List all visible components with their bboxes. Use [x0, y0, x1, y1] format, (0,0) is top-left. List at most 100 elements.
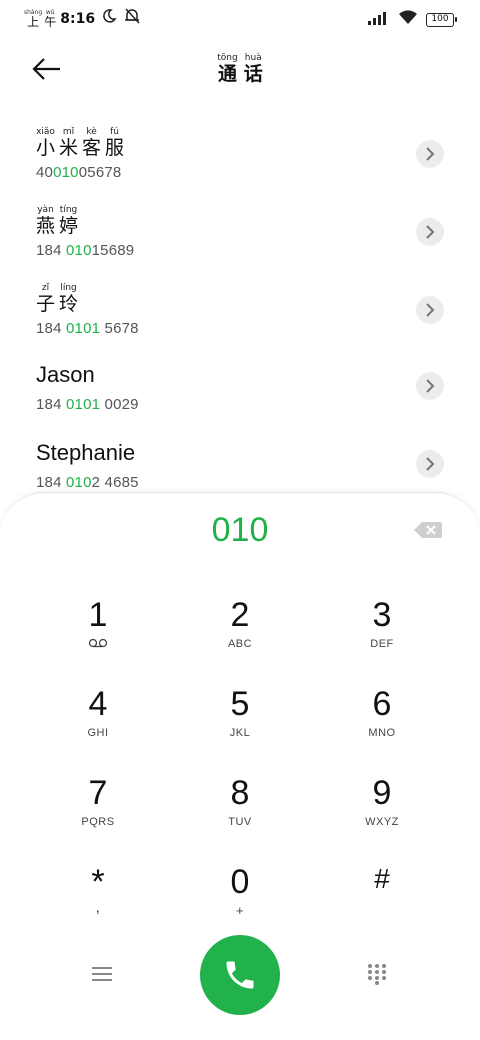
name-hanzi: 米 [59, 137, 79, 159]
key-1[interactable]: 1 [38, 598, 158, 678]
keypad-icon[interactable] [367, 963, 387, 985]
name-hanzi: 婷 [59, 215, 79, 237]
key-letters: PQRS [81, 816, 115, 828]
key-letters: ABC [227, 638, 253, 650]
key-9[interactable]: 9 WXYZ [322, 776, 442, 856]
moon-icon [101, 8, 117, 28]
period-char-1: shàng 上 [24, 10, 42, 29]
status-bar: shàng 上 wǔ 午 8:16 100 [0, 0, 480, 40]
number-part: 184 [36, 320, 66, 337]
name-hanzi: 小 [36, 137, 56, 159]
chevron-right-icon [426, 379, 435, 393]
contact-name: yàn 燕 tíng 婷 [36, 206, 78, 236]
number-part: 40 [36, 164, 54, 181]
key-letters: TUV [228, 816, 252, 828]
title-hanzi: 通 [217, 63, 237, 85]
name-char: tíng 婷 [59, 206, 78, 236]
name-hanzi: 服 [105, 137, 125, 159]
bottom-bar [0, 935, 480, 1015]
number-part: 0029 [100, 396, 139, 413]
name-char: fú 服 [105, 128, 124, 158]
name-char: mǐ 米 [59, 128, 78, 158]
menu-icon[interactable] [92, 965, 112, 983]
number-match: 010 [66, 474, 92, 491]
call-button[interactable] [200, 935, 280, 1015]
key-4[interactable]: 4 GHI [38, 687, 158, 767]
key-digit: * [91, 863, 105, 901]
key-digit: 9 [372, 774, 392, 812]
name-char: kè 客 [82, 128, 101, 158]
key-letters: GHI [87, 727, 109, 739]
contact-name: Stephanie [36, 440, 136, 465]
contact-row[interactable]: yàn 燕 tíng 婷 184 01015689 [0, 206, 480, 276]
backspace-button[interactable] [414, 521, 442, 539]
contact-detail-button[interactable] [416, 140, 444, 168]
period-char-2: wǔ 午 [44, 10, 57, 29]
chevron-right-icon [426, 225, 435, 239]
name-hanzi: 子 [36, 293, 56, 315]
period-hanzi: 上 [27, 15, 40, 29]
name-char: líng 玲 [59, 284, 78, 314]
contact-detail-button[interactable] [416, 218, 444, 246]
key-5[interactable]: 5 JKL [180, 687, 300, 767]
contact-row[interactable]: Jason 184 0101 0029 [0, 360, 480, 430]
wifi-icon [398, 10, 418, 29]
contact-name: Jason [36, 362, 95, 387]
status-time: 8:16 [60, 11, 96, 27]
contact-detail-button[interactable] [416, 296, 444, 324]
key-digit: 4 [88, 685, 108, 723]
number-match: 0101 [66, 320, 101, 337]
name-pinyin: xiǎo [36, 127, 55, 137]
key-7[interactable]: 7 PQRS [38, 776, 158, 856]
chevron-right-icon [426, 147, 435, 161]
name-hanzi: 燕 [36, 215, 56, 237]
contact-number: 184 0102 4685 [36, 474, 139, 491]
title-char-2: huà 话 [244, 54, 263, 84]
key-letters: , [95, 899, 101, 916]
key-letters: JKL [229, 727, 251, 739]
battery-icon: 100 [426, 12, 457, 27]
title-hanzi: 话 [243, 63, 263, 85]
key-6[interactable]: 6 MNO [322, 687, 442, 767]
number-part: 5678 [100, 320, 139, 337]
contact-detail-button[interactable] [416, 372, 444, 400]
contact-number: 184 01015689 [36, 242, 134, 259]
phone-icon [226, 961, 254, 989]
status-left: shàng 上 wǔ 午 8:16 [24, 8, 141, 28]
contact-name: zǐ 子 líng 玲 [36, 284, 78, 314]
chevron-right-icon [426, 303, 435, 317]
contact-row[interactable]: zǐ 子 líng 玲 184 0101 5678 [0, 284, 480, 354]
contact-number: 4001005678 [36, 164, 121, 181]
title-char-1: tōng 通 [217, 54, 237, 84]
number-part: 184 [36, 474, 66, 491]
key-8[interactable]: 8 TUV [180, 776, 300, 856]
key-digit: 5 [230, 685, 250, 723]
name-char: zǐ 子 [36, 284, 55, 314]
key-0[interactable]: 0 + [180, 865, 300, 945]
key-hash[interactable]: # [322, 865, 442, 945]
key-digit: 1 [88, 596, 108, 634]
dial-input[interactable]: 010 [0, 511, 480, 550]
contact-number: 184 0101 5678 [36, 320, 139, 337]
contact-row[interactable]: xiǎo 小 mǐ 米 kè 客 fú 服 4001005678 [0, 128, 480, 198]
title-pinyin: tōng [217, 53, 238, 63]
key-3[interactable]: 3 DEF [322, 598, 442, 678]
number-match: 010 [66, 242, 92, 259]
name-pinyin: fú [110, 127, 119, 137]
number-part: 184 [36, 396, 66, 413]
key-2[interactable]: 2 ABC [180, 598, 300, 678]
name-hanzi: 玲 [59, 293, 79, 315]
contact-detail-button[interactable] [416, 450, 444, 478]
key-letters: MNO [368, 727, 396, 739]
key-digit: 6 [372, 685, 392, 723]
name-pinyin: yàn [37, 205, 54, 215]
key-digit: 7 [88, 774, 108, 812]
backspace-icon [414, 522, 442, 538]
name-pinyin: kè [86, 127, 97, 137]
number-part: 184 [36, 242, 66, 259]
key-digit: # [374, 863, 390, 894]
period-hanzi: 午 [44, 15, 57, 29]
name-pinyin: líng [60, 283, 77, 293]
key-star[interactable]: * , [38, 865, 158, 945]
name-pinyin: mǐ [62, 127, 75, 137]
